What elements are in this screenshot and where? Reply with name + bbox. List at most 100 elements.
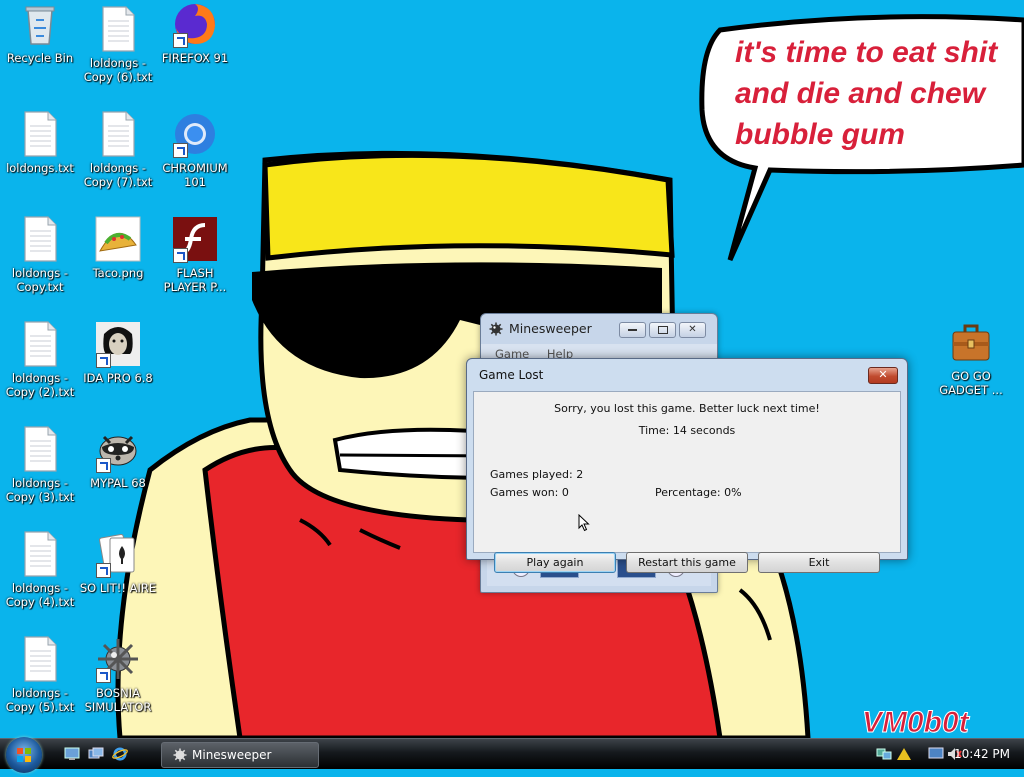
artist-signature: VM0b0t [862, 706, 971, 738]
text-file-icon [16, 320, 64, 368]
text-file-icon [94, 5, 142, 53]
desktop-icon[interactable]: Taco.png [78, 215, 158, 280]
desktop-icon-label: GO GO GADGET ... [939, 369, 1003, 397]
shortcut-arrow-icon [173, 143, 188, 158]
desktop-icon-label: CHROMIUM 101 [162, 161, 228, 189]
internet-explorer-icon[interactable] [112, 747, 128, 761]
mine-icon [94, 635, 142, 683]
ida-pro-icon [94, 320, 142, 368]
desktop-icon[interactable]: FLASH PLAYER P... [155, 215, 235, 294]
desktop-icon[interactable]: loldongs - Copy (6).txt [78, 5, 158, 84]
desktop-icon-label: IDA PRO 6.8 [83, 371, 153, 385]
solitaire-icon [94, 530, 142, 578]
mouse-cursor-icon [578, 514, 590, 532]
briefcase-icon [947, 318, 995, 366]
dialog-titlebar[interactable]: Game Lost [467, 359, 907, 391]
desktop-icon[interactable]: loldongs - Copy (3).txt [0, 425, 80, 504]
text-file-icon [16, 635, 64, 683]
games-played-label: Games played: 2 [490, 468, 584, 481]
desktop-icon[interactable]: loldongs - Copy (2).txt [0, 320, 80, 399]
text-file-icon [16, 530, 64, 578]
dialog-title: Game Lost [479, 368, 544, 382]
desktop-icon-label: SO LIT!! AIRE [79, 581, 157, 595]
network-icon[interactable] [876, 747, 892, 761]
chromium-icon [171, 110, 219, 158]
desktop-icon-label: Taco.png [92, 266, 144, 280]
games-won-label: Games won: 0 [490, 486, 569, 499]
desktop-icon[interactable]: MYPAL 68 [78, 425, 158, 490]
desktop-icon-label: loldongs - Copy (7).txt [83, 161, 153, 189]
minesweeper-title: Minesweeper [509, 321, 592, 336]
minimize-icon [628, 329, 637, 331]
firefox-icon [171, 0, 219, 48]
desktop-icon[interactable]: GO GO GADGET ... [931, 318, 1011, 397]
shortcut-arrow-icon [173, 33, 188, 48]
close-icon: ✕ [688, 324, 697, 335]
desktop-icon[interactable]: loldongs.txt [0, 110, 80, 175]
speech-line-1: it's time to eat shit [735, 36, 999, 69]
speech-line-2: and die and chew [735, 77, 987, 110]
desktop-icon[interactable]: loldongs - Copy (7).txt [78, 110, 158, 189]
desktop-icon[interactable]: CHROMIUM 101 [155, 110, 235, 189]
desktop-icon[interactable]: FIREFOX 91 [155, 0, 235, 65]
desktop-icon[interactable]: BOSNIA SIMULATOR [78, 635, 158, 714]
restart-game-button[interactable]: Restart this game [626, 552, 748, 573]
clock[interactable]: 10:42 PM [954, 739, 1010, 769]
desktop-icon[interactable]: SO LIT!! AIRE [78, 530, 158, 595]
desktop-icon-label: loldongs - Copy.txt [11, 266, 69, 294]
maximize-button[interactable] [649, 322, 676, 338]
shortcut-arrow-icon [96, 353, 111, 368]
maximize-icon [657, 326, 668, 334]
desktop-icon-label: loldongs - Copy (6).txt [83, 56, 153, 84]
desktop-icon[interactable]: loldongs - Copy (4).txt [0, 530, 80, 609]
text-file-icon [16, 110, 64, 158]
switch-windows-icon[interactable] [88, 747, 104, 761]
show-desktop-icon[interactable] [64, 747, 80, 761]
dialog-close-button[interactable]: ✕ [868, 367, 898, 384]
desktop-icon-label: loldongs - Copy (3).txt [5, 476, 75, 504]
close-button[interactable]: ✕ [679, 322, 706, 338]
dialog-body: Sorry, you lost this game. Better luck n… [473, 391, 901, 573]
shortcut-arrow-icon [96, 563, 111, 578]
text-file-icon [16, 425, 64, 473]
percentage-label: Percentage: 0% [655, 486, 742, 499]
taskbar: Minesweeper 10:42 PM [0, 737, 1024, 773]
desktop-icon-label: loldongs.txt [6, 161, 74, 175]
close-icon: ✕ [878, 368, 888, 381]
desktop-icon-label: FIREFOX 91 [161, 51, 229, 65]
desktop-icon-label: MYPAL 68 [90, 476, 146, 490]
mypal-raccoon-icon [94, 425, 142, 473]
system-tray: 10:42 PM [870, 739, 1024, 769]
text-file-icon [16, 215, 64, 263]
minesweeper-app-icon [489, 322, 503, 336]
loss-message: Sorry, you lost this game. Better luck n… [554, 402, 820, 415]
desktop-icon[interactable]: Recycle Bin [0, 0, 80, 65]
text-file-icon [94, 110, 142, 158]
desktop-icon[interactable]: loldongs - Copy (5).txt [0, 635, 80, 714]
display-icon[interactable] [928, 747, 944, 761]
desktop-icon-label: BOSNIA SIMULATOR [84, 686, 152, 714]
desktop-icon[interactable]: IDA PRO 6.8 [78, 320, 158, 385]
exit-button[interactable]: Exit [758, 552, 880, 573]
minesweeper-taskbar-icon [173, 748, 187, 762]
shortcut-arrow-icon [173, 248, 188, 263]
desktop-icon-label: loldongs - Copy (4).txt [5, 581, 75, 609]
taskbar-item-minesweeper[interactable]: Minesweeper [161, 742, 319, 768]
shortcut-arrow-icon [96, 458, 111, 473]
taco-image-icon [94, 215, 142, 263]
game-lost-dialog[interactable]: Game Lost ✕ Sorry, you lost this game. B… [466, 358, 908, 573]
action-center-icon[interactable] [896, 747, 912, 761]
play-again-button[interactable]: Play again [494, 552, 616, 573]
desktop-icon-label: Recycle Bin [6, 51, 74, 65]
desktop-icon-label: FLASH PLAYER P... [163, 266, 227, 294]
speech-line-3: bubble gum [735, 118, 905, 151]
desktop-icon[interactable]: loldongs - Copy.txt [0, 215, 80, 294]
time-label: Time: 14 seconds [638, 424, 736, 437]
shortcut-arrow-icon [96, 668, 111, 683]
flash-player-icon [171, 215, 219, 263]
desktop-icon-label: loldongs - Copy (2).txt [5, 371, 75, 399]
taskbar-item-label: Minesweeper [192, 748, 272, 762]
desktop-icon-label: loldongs - Copy (5).txt [5, 686, 75, 714]
minimize-button[interactable] [619, 322, 646, 338]
minesweeper-titlebar[interactable]: Minesweeper ✕ [481, 314, 717, 344]
